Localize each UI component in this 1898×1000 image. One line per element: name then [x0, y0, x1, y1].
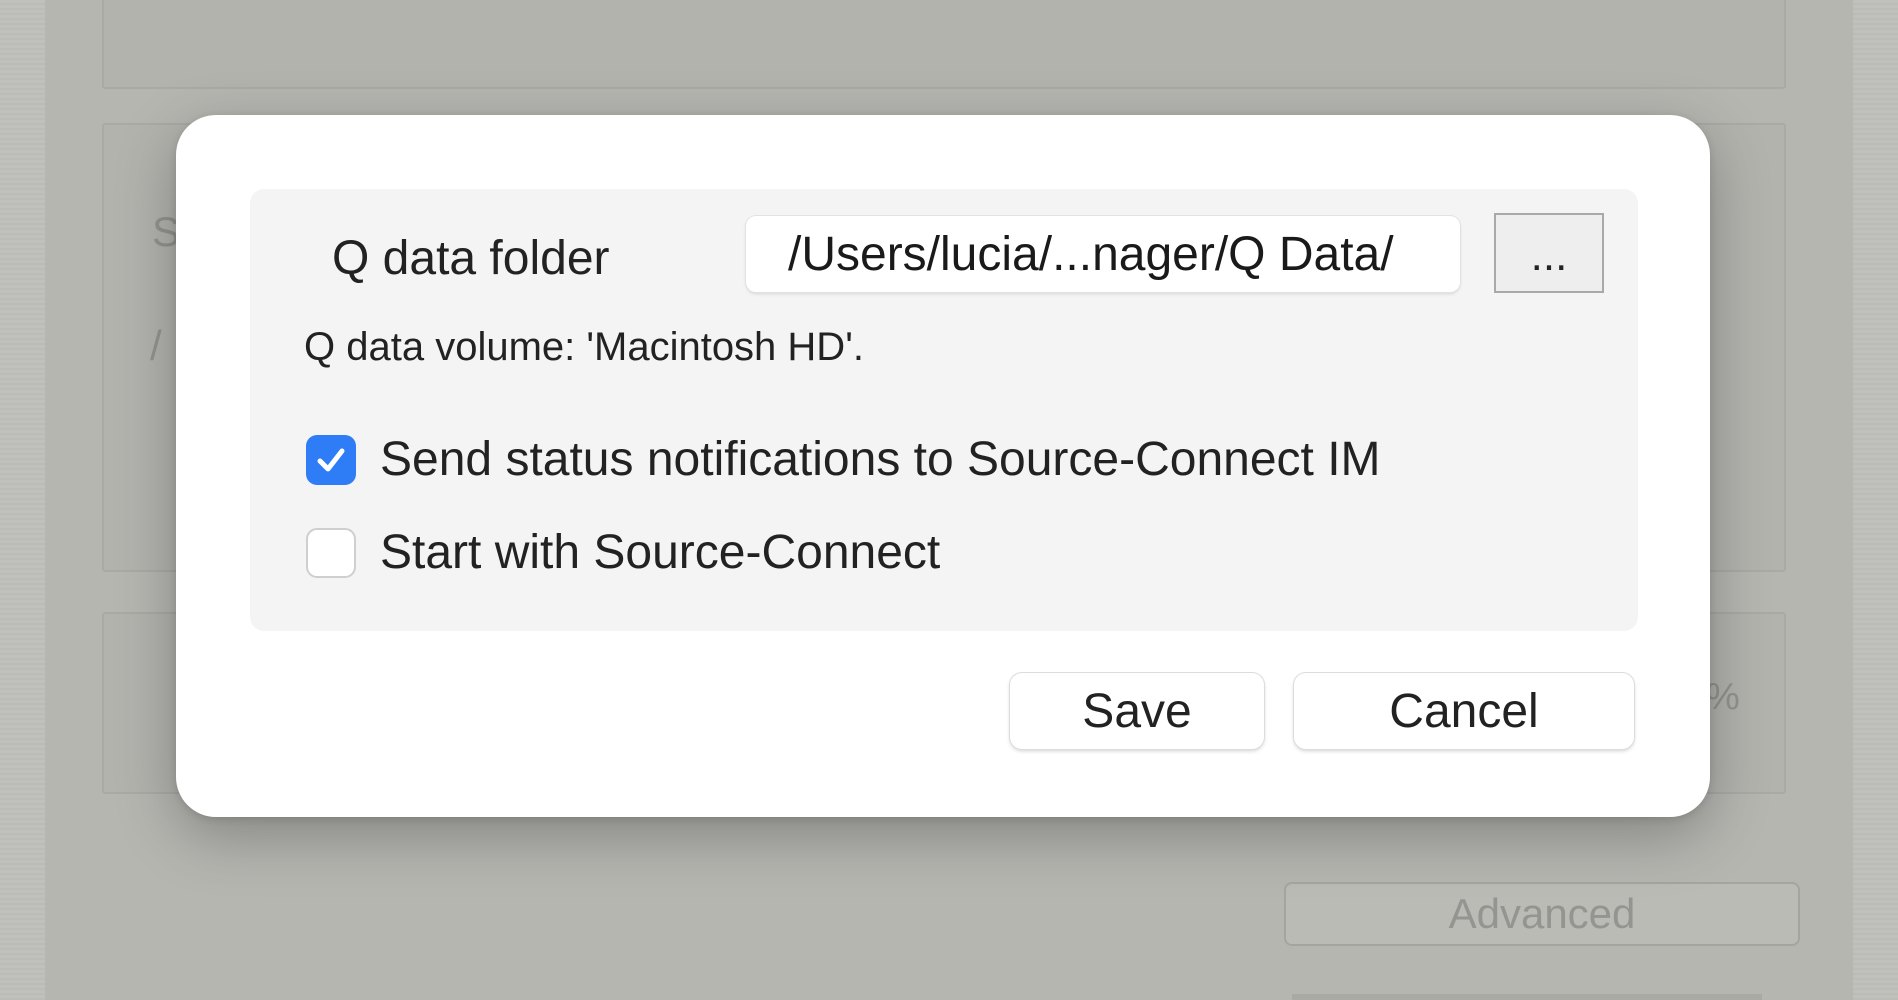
cancel-button[interactable]: Cancel [1294, 673, 1634, 749]
option-label: Start with Source-Connect [380, 526, 941, 579]
checkbox-send-notifications[interactable] [306, 434, 356, 485]
volume-info: Q data volume: 'Macintosh HD'. [304, 325, 864, 369]
folder-label: Q data folder [332, 232, 610, 285]
option-start-with-source-connect[interactable]: Start with Source-Connect [306, 525, 940, 580]
save-button[interactable]: Save [1010, 673, 1264, 749]
folder-path-field[interactable]: /Users/lucia/...nager/Q Data/ [746, 216, 1460, 292]
browse-button[interactable]: ... [1494, 213, 1604, 293]
option-send-notifications[interactable]: Send status notifications to Source-Conn… [306, 432, 1381, 487]
settings-dialog: Q data folder /Users/lucia/...nager/Q Da… [176, 115, 1710, 817]
checkbox-start-with-source-connect[interactable] [306, 527, 356, 578]
checkmark-icon [317, 448, 345, 471]
settings-panel: Q data folder /Users/lucia/...nager/Q Da… [250, 189, 1638, 631]
option-label: Send status notifications to Source-Conn… [380, 433, 1381, 486]
